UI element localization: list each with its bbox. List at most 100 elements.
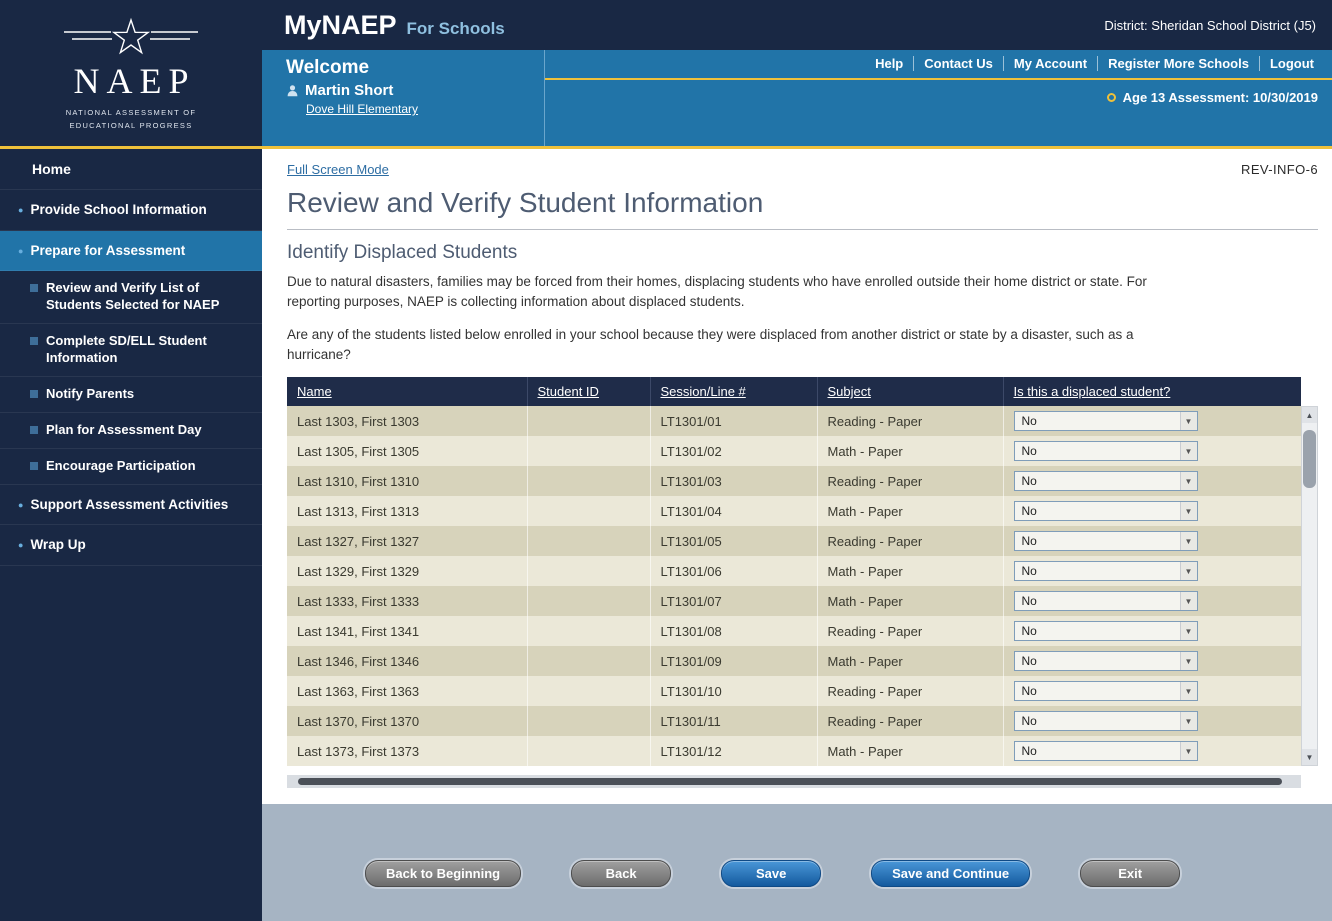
chevron-down-icon: ▼: [1180, 472, 1197, 490]
page-code: REV-INFO-6: [1241, 162, 1318, 177]
sidebar-item-provide-school-information[interactable]: ●Provide School Information: [0, 190, 262, 231]
student-name: Last 1333, First 1333: [287, 586, 527, 616]
chevron-down-icon: ▼: [1180, 682, 1197, 700]
session-line: LT1301/12: [650, 736, 817, 766]
scrollbar-track[interactable]: [1302, 423, 1317, 749]
square-bullet-icon: [30, 337, 38, 345]
displaced-cell: No▼: [1003, 556, 1301, 586]
scrollbar-thumb[interactable]: [1303, 430, 1316, 488]
back-to-beginning-button[interactable]: Back to Beginning: [365, 860, 521, 887]
district-info: District: Sheridan School District (J5): [1104, 18, 1316, 33]
sidebar-item-encourage-participation[interactable]: Encourage Participation: [0, 449, 262, 485]
column-header-name[interactable]: Name: [287, 377, 527, 406]
horizontal-scrollbar-thumb[interactable]: [298, 778, 1282, 785]
column-header-student-id[interactable]: Student ID: [527, 377, 650, 406]
sidebar-item-support-assessment-activities[interactable]: ●Support Assessment Activities: [0, 485, 262, 526]
displaced-select[interactable]: No▼: [1014, 501, 1198, 521]
displaced-select-value: No: [1022, 714, 1037, 728]
save-button[interactable]: Save: [721, 860, 821, 887]
subject: Reading - Paper: [817, 616, 1003, 646]
displaced-select[interactable]: No▼: [1014, 651, 1198, 671]
displaced-select[interactable]: No▼: [1014, 681, 1198, 701]
header-link-contact-us[interactable]: Contact Us: [913, 56, 1003, 71]
table-row: Last 1333, First 1333LT1301/07Math - Pap…: [287, 586, 1301, 616]
content-panel: Full Screen Mode REV-INFO-6 Review and V…: [262, 149, 1332, 804]
subject: Math - Paper: [817, 436, 1003, 466]
displaced-cell: No▼: [1003, 526, 1301, 556]
sidebar-item-plan-for-assessment-day[interactable]: Plan for Assessment Day: [0, 413, 262, 449]
header-link-help[interactable]: Help: [865, 56, 913, 71]
horizontal-scrollbar[interactable]: [287, 775, 1301, 788]
displaced-select[interactable]: No ▼: [1014, 741, 1198, 761]
exit-button[interactable]: Exit: [1080, 860, 1180, 887]
sidebar-item-label: Notify Parents: [46, 386, 134, 403]
displaced-select[interactable]: No▼: [1014, 411, 1198, 431]
session-line: LT1301/02: [650, 436, 817, 466]
footer-area: Back to Beginning Back Save Save and Contin…: [262, 804, 1332, 921]
bullet-icon: ●: [18, 500, 23, 512]
table-row: Last 1327, First 1327LT1301/05Reading - …: [287, 526, 1301, 556]
displaced-select[interactable]: No▼: [1014, 621, 1198, 641]
student-name: Last 1327, First 1327: [287, 526, 527, 556]
save-and-continue-button[interactable]: Save and Continue: [871, 860, 1030, 887]
sidebar-item-label: Plan for Assessment Day: [46, 422, 202, 439]
scroll-down-icon[interactable]: ▼: [1302, 749, 1317, 765]
displaced-select[interactable]: No▼: [1014, 561, 1198, 581]
student-id: [527, 496, 650, 526]
column-header-session-line[interactable]: Session/Line #: [650, 377, 817, 406]
table-row: Last 1305, First 1305LT1301/02Math - Pap…: [287, 436, 1301, 466]
displaced-select-value: No: [1022, 474, 1037, 488]
displaced-cell: No ▼: [1003, 706, 1301, 736]
session-line: LT1301/01: [650, 406, 817, 436]
displaced-cell: No▼: [1003, 586, 1301, 616]
sidebar-item-complete-sd-ell-student-information[interactable]: Complete SD/ELL Student Information: [0, 324, 262, 377]
page: NAEP NATIONAL ASSESSMENT OF EDUCATIONAL …: [0, 0, 1332, 921]
header-link-register-more-schools[interactable]: Register More Schools: [1097, 56, 1259, 71]
sidebar-item-review-and-verify-list-of-students-selected-for-naep[interactable]: Review and Verify List of Students Selec…: [0, 271, 262, 324]
logo-tagline: NATIONAL ASSESSMENT OF EDUCATIONAL PROGR…: [57, 106, 205, 133]
student-name: Last 1370, First 1370: [287, 706, 527, 736]
question-paragraph: Are any of the students listed below enr…: [287, 325, 1159, 366]
subject: Reading - Paper: [817, 676, 1003, 706]
displaced-select[interactable]: No▼: [1014, 591, 1198, 611]
chevron-down-icon: ▼: [1180, 742, 1197, 760]
school-link[interactable]: Dove Hill Elementary: [306, 102, 418, 116]
header-bottom-bar: Welcome Martin Short Dove Hill Elementar…: [262, 50, 1332, 146]
column-header-is-this-a-displaced-student[interactable]: Is this a displaced student?: [1003, 377, 1301, 406]
square-bullet-icon: [30, 426, 38, 434]
sidebar-item-home[interactable]: Home: [0, 149, 262, 190]
description-paragraph: Due to natural disasters, families may b…: [287, 272, 1159, 313]
naep-logo: NAEP NATIONAL ASSESSMENT OF EDUCATIONAL …: [0, 0, 262, 149]
chevron-down-icon: ▼: [1180, 712, 1197, 730]
sidebar-item-wrap-up[interactable]: ●Wrap Up: [0, 525, 262, 566]
session-line: LT1301/07: [650, 586, 817, 616]
session-line: LT1301/09: [650, 646, 817, 676]
sidebar-item-label: Encourage Participation: [46, 458, 196, 475]
student-id: [527, 736, 650, 766]
displaced-select[interactable]: No ▼: [1014, 471, 1198, 491]
back-button[interactable]: Back: [571, 860, 671, 887]
sidebar-item-notify-parents[interactable]: Notify Parents: [0, 377, 262, 413]
column-header-subject[interactable]: Subject: [817, 377, 1003, 406]
displaced-select-value: No: [1022, 744, 1037, 758]
scroll-up-icon[interactable]: ▲: [1302, 407, 1317, 423]
full-screen-mode-link[interactable]: Full Screen Mode: [287, 162, 389, 177]
student-id: [527, 526, 650, 556]
subject: Reading - Paper: [817, 466, 1003, 496]
displaced-select-value: No: [1022, 504, 1037, 518]
vertical-scrollbar[interactable]: ▲ ▼: [1301, 406, 1318, 766]
header-link-logout[interactable]: Logout: [1259, 56, 1324, 71]
student-id: [527, 406, 650, 436]
subject: Math - Paper: [817, 556, 1003, 586]
session-line: LT1301/03: [650, 466, 817, 496]
header-right: HelpContact UsMy AccountRegister More Sc…: [545, 50, 1332, 146]
displaced-select[interactable]: No ▼: [1014, 711, 1198, 731]
chevron-down-icon: ▼: [1180, 622, 1197, 640]
header-link-my-account[interactable]: My Account: [1003, 56, 1097, 71]
student-name: Last 1341, First 1341: [287, 616, 527, 646]
student-name: Last 1346, First 1346: [287, 646, 527, 676]
sidebar-item-prepare-for-assessment[interactable]: ●Prepare for Assessment: [0, 231, 262, 272]
student-name: Last 1329, First 1329: [287, 556, 527, 586]
displaced-select[interactable]: No▼: [1014, 531, 1198, 551]
displaced-select[interactable]: No▼: [1014, 441, 1198, 461]
